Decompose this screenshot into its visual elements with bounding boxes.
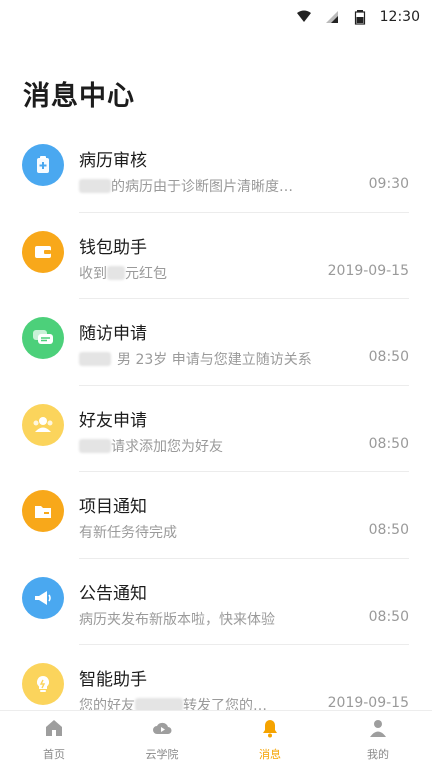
message-preview-text: 的病历由于诊断图片清晰度…: [111, 179, 293, 195]
message-item[interactable]: 钱包助手收到 元红包 2019-09-15: [0, 213, 432, 299]
redacted-name: [79, 352, 111, 366]
message-title: 智能助手: [79, 670, 147, 690]
tab-home[interactable]: 首页: [0, 711, 108, 768]
message-title: 公告通知: [79, 583, 147, 604]
megaphone-icon: [22, 576, 64, 619]
message-time: 08:50: [368, 435, 409, 452]
message-preview: 请求添加您为好友: [79, 436, 223, 456]
message-time: 08:50: [368, 349, 409, 365]
message-preview-prefix: 收到: [79, 265, 107, 282]
status-bar: 12:30: [0, 0, 432, 34]
friends-icon: [22, 403, 64, 446]
message-title: 病历审核: [79, 151, 147, 171]
tab-label: 我的: [367, 748, 389, 761]
message-time: 08:50: [368, 522, 409, 538]
tab-label: 云学院: [145, 748, 179, 761]
message-time: 2019-09-15: [327, 262, 409, 279]
message-title: 好友申请: [79, 410, 147, 431]
lightbulb-icon: [22, 663, 64, 705]
message-preview: 的病历由于诊断图片清晰度…: [79, 176, 293, 196]
message-list: 病历审核的病历由于诊断图片清晰度… 09:30 钱包助手收到 元红包 2019-09-1…: [0, 126, 432, 732]
cloud-play-icon: [151, 717, 173, 743]
message-item[interactable]: 项目通知有新任务待完成 08:50: [0, 472, 432, 559]
message-item[interactable]: 公告通知病历夹发布新版本啦，快来体验 08:50: [0, 559, 432, 645]
message-item[interactable]: 随访申请男 23岁 申请与您建立随访关系 08:50: [0, 299, 432, 386]
message-preview-text: 病历夹发布新版本啦，快来体验: [79, 611, 275, 628]
chat-icon: [22, 317, 64, 359]
redacted-name: [107, 265, 125, 280]
message-time: 2019-09-15: [327, 695, 409, 711]
profile-icon: [367, 717, 389, 743]
signal-icon: [325, 11, 338, 23]
message-preview: 收到 元红包: [79, 263, 167, 283]
medical-record-icon: [22, 144, 64, 186]
tab-label: 首页: [43, 748, 65, 761]
message-title: 项目通知: [79, 497, 147, 517]
message-preview: 男 23岁 申请与您建立随访关系: [79, 349, 312, 369]
bell-icon: [259, 717, 281, 743]
message-preview: 病历夹发布新版本啦，快来体验: [79, 609, 275, 629]
message-title: 随访申请: [79, 324, 147, 344]
bottom-tab-bar: 首页 云学院 消息 我的: [0, 710, 432, 768]
message-preview-text: 请求添加您为好友: [111, 438, 223, 455]
redacted-name: [79, 179, 111, 193]
wallet-icon: [22, 230, 64, 273]
wifi-icon: [296, 10, 311, 22]
message-time: 09:30: [368, 176, 409, 192]
message-preview-text: 有新任务待完成: [79, 525, 177, 541]
tab-label: 消息: [259, 748, 281, 761]
battery-icon: [354, 10, 365, 25]
message-preview-text: 男 23岁 申请与您建立随访关系: [117, 352, 312, 368]
redacted-name: [79, 438, 111, 453]
tab-bell[interactable]: 消息: [216, 711, 324, 768]
folder-icon: [22, 490, 64, 532]
message-item[interactable]: 病历审核的病历由于诊断图片清晰度… 09:30: [0, 126, 432, 213]
message-item[interactable]: 好友申请请求添加您为好友 08:50: [0, 386, 432, 472]
tab-cloud-play[interactable]: 云学院: [108, 711, 216, 768]
home-icon: [43, 717, 65, 743]
message-time: 08:50: [368, 608, 409, 625]
status-time: 12:30: [379, 9, 420, 25]
message-preview-text: 元红包: [125, 265, 167, 282]
message-title: 钱包助手: [79, 237, 147, 258]
tab-profile[interactable]: 我的: [324, 711, 432, 768]
message-preview: 有新任务待完成: [79, 522, 177, 542]
